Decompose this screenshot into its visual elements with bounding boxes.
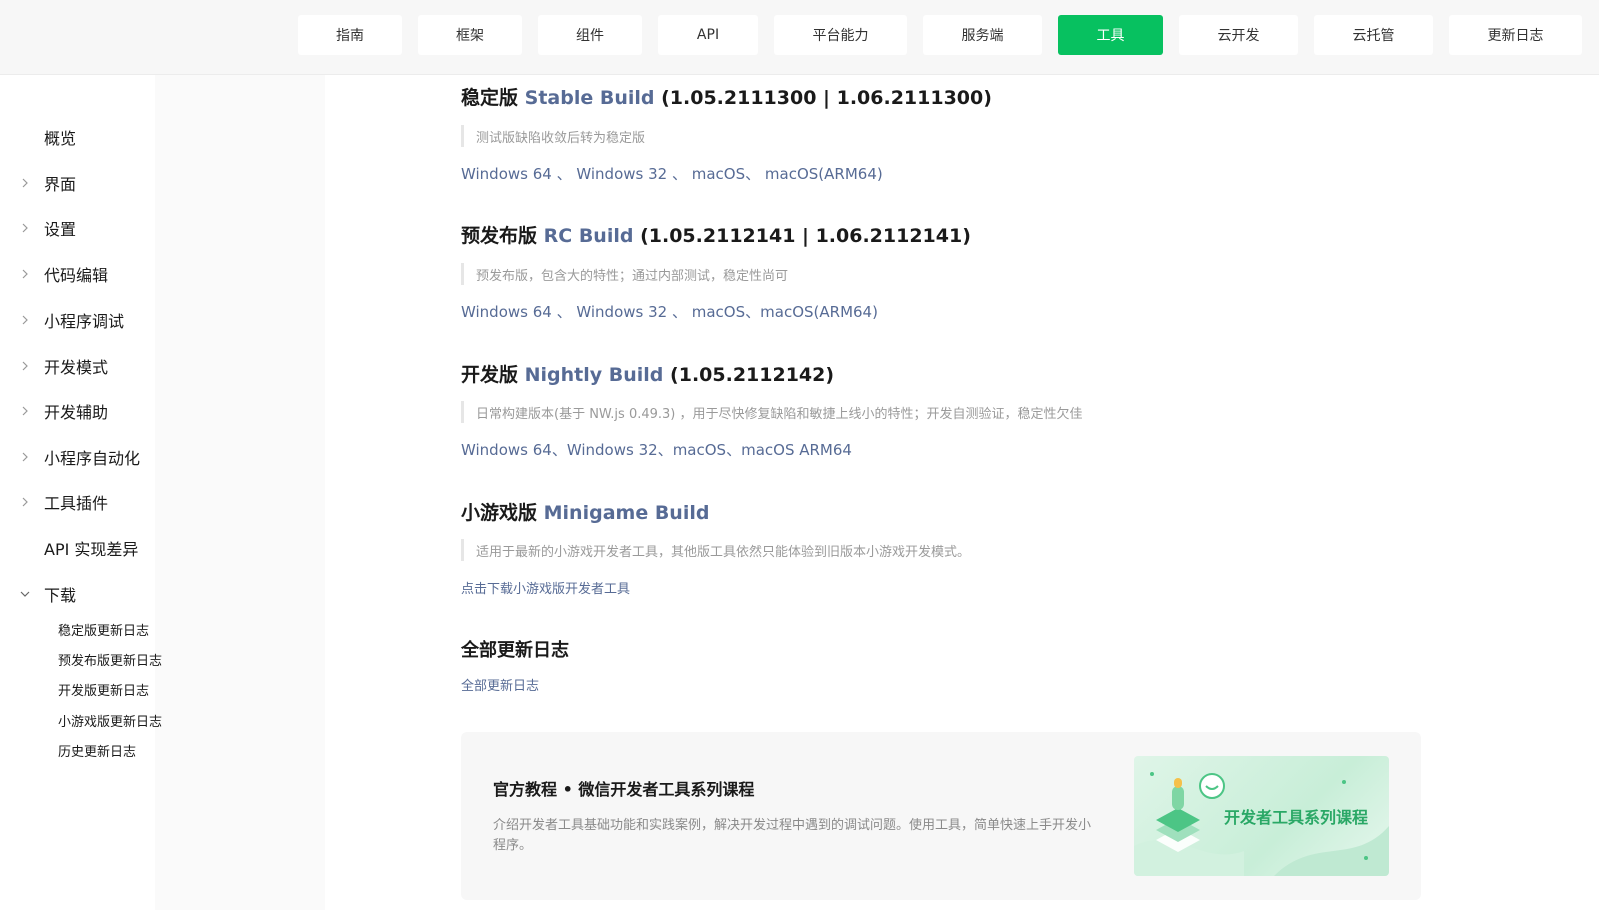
link-separator: 、 [745,165,765,183]
course-card[interactable]: 官方教程 • 微信开发者工具系列课程 介绍开发者工具基础功能和实践案例，解决开发… [461,732,1421,900]
top-nav: 指南 框架 组件 API 平台能力 服务端 工具 云开发 云托管 更新日志 [298,15,1582,55]
sidebar-divider-area [155,75,325,910]
download-links-rc: Windows 64 、 Windows 32 、 macOS、macOS(AR… [461,301,878,322]
chevron-right-icon [19,222,31,234]
download-macos-link[interactable]: macOS [692,165,745,183]
sidebar-item-label: 开发辅助 [44,403,109,422]
sidebar-item-label: 开发模式 [44,358,109,377]
section-title-nightly: 开发版 Nightly Build (1.05.2112142) [461,360,834,387]
course-banner-text: 开发者工具系列课程 [1224,808,1369,827]
tab-components[interactable]: 组件 [538,15,642,55]
section-title-en: Nightly Build [524,364,664,386]
section-title-changelog: 全部更新日志 [461,640,569,661]
tab-cloud-hosting[interactable]: 云托管 [1314,15,1433,55]
tab-tools[interactable]: 工具 [1058,15,1163,55]
chevron-right-icon [19,405,31,417]
tab-api[interactable]: API [658,15,758,55]
sidebar-item-label: 概览 [44,129,77,148]
download-minigame-link[interactable]: 点击下载小游戏版开发者工具 [461,578,630,597]
tab-guide[interactable]: 指南 [298,15,402,55]
sidebar-item-label: 代码编辑 [44,266,109,285]
section-title-cn: 预发布版 [461,225,538,247]
section-note-nightly: 日常构建版本(基于 NW.js 0.49.3) ，用于尽快修复缺陷和敏捷上线小的… [461,401,1083,423]
download-macos-arm64-link[interactable]: macOS ARM64 [741,441,852,459]
section-title-en: Stable Build [524,87,655,109]
chevron-right-icon [19,268,31,280]
sidebar-subitem-rc-log[interactable]: 预发布版更新日志 [58,650,162,669]
section-note-rc: 预发布版，包含大的特性；通过内部测试，稳定性尚可 [461,263,788,285]
download-windows64-link[interactable]: Windows 64 [461,441,552,459]
all-changelog-link[interactable]: 全部更新日志 [461,675,539,694]
section-title-en: Minigame Build [543,502,710,524]
sidebar-subitem-history-log[interactable]: 历史更新日志 [58,741,136,760]
link-separator: 、 [667,165,692,183]
course-card-title: 官方教程 • 微信开发者工具系列课程 [493,780,755,799]
tab-platform[interactable]: 平台能力 [774,15,907,55]
sidebar-item-label: API 实现差异 [44,540,139,559]
sidebar-item-label: 下载 [44,586,77,605]
download-macos-link[interactable]: macOS [692,303,745,321]
course-banner[interactable]: 开发者工具系列课程 [1134,756,1389,876]
download-macos-arm64-link[interactable]: macOS(ARM64) [760,303,878,321]
section-title-en: RC Build [543,225,634,247]
section-version: (1.05.2112142) [670,364,835,386]
section-version: (1.05.2112141 | 1.06.2112141) [640,225,971,247]
sidebar-subitem-nightly-log[interactable]: 开发版更新日志 [58,680,149,699]
sidebar-subitem-minigame-log[interactable]: 小游戏版更新日志 [58,711,162,730]
section-title-cn: 稳定版 [461,87,519,109]
chevron-right-icon [19,496,31,508]
chevron-down-icon [19,588,31,600]
download-macos-link[interactable]: macOS [673,441,726,459]
sidebar-item-label: 设置 [44,220,77,239]
course-card-description: 介绍开发者工具基础功能和实践案例，解决开发过程中遇到的调试问题。使用工具，简单快… [493,818,1092,853]
section-note-minigame: 适用于最新的小游戏开发者工具，其他版工具依然只能体验到旧版本小游戏开发模式。 [461,539,970,561]
tab-cloud-dev[interactable]: 云开发 [1179,15,1298,55]
link-separator: 、 [667,303,692,321]
section-version: (1.05.2111300 | 1.06.2111300) [661,87,992,109]
chevron-right-icon [19,314,31,326]
section-note-stable: 测试版缺陷收敛后转为稳定版 [461,125,645,147]
tab-server[interactable]: 服务端 [923,15,1042,55]
link-separator: 、 [745,303,761,321]
sidebar-item-label: 界面 [44,175,77,194]
top-header: 指南 框架 组件 API 平台能力 服务端 工具 云开发 云托管 更新日志 [0,0,1599,75]
download-windows32-link[interactable]: Windows 32 [576,165,667,183]
sidebar-item-label: 小程序调试 [44,312,125,331]
link-separator: 、 [551,441,567,459]
link-separator: 、 [551,165,577,183]
download-windows64-link[interactable]: Windows 64 [461,165,552,183]
section-title-minigame: 小游戏版 Minigame Build [461,498,709,525]
chevron-right-icon [19,177,31,189]
download-links-stable: Windows 64 、 Windows 32 、 macOS、 macOS(A… [461,163,883,184]
download-macos-arm64-link[interactable]: macOS(ARM64) [765,165,883,183]
download-windows64-link[interactable]: Windows 64 [461,303,552,321]
tab-changelog[interactable]: 更新日志 [1449,15,1582,55]
download-windows32-link[interactable]: Windows 32 [567,441,658,459]
section-title-cn: 小游戏版 [461,502,538,524]
section-title-stable: 稳定版 Stable Build (1.05.2111300 | 1.06.21… [461,83,992,110]
chevron-right-icon [19,451,31,463]
download-links-nightly: Windows 64、Windows 32、macOS、macOS ARM64 [461,439,852,460]
sidebar-item-label: 小程序自动化 [44,449,141,468]
sidebar-item-label: 工具插件 [44,494,109,513]
download-windows32-link[interactable]: Windows 32 [576,303,667,321]
link-separator: 、 [657,441,673,459]
link-separator: 、 [726,441,742,459]
tab-framework[interactable]: 框架 [418,15,522,55]
link-separator: 、 [551,303,577,321]
chevron-right-icon [19,360,31,372]
sidebar-subitem-stable-log[interactable]: 稳定版更新日志 [58,620,149,639]
section-title-rc: 预发布版 RC Build (1.05.2112141 | 1.06.21121… [461,221,971,248]
section-title-cn: 开发版 [461,364,519,386]
